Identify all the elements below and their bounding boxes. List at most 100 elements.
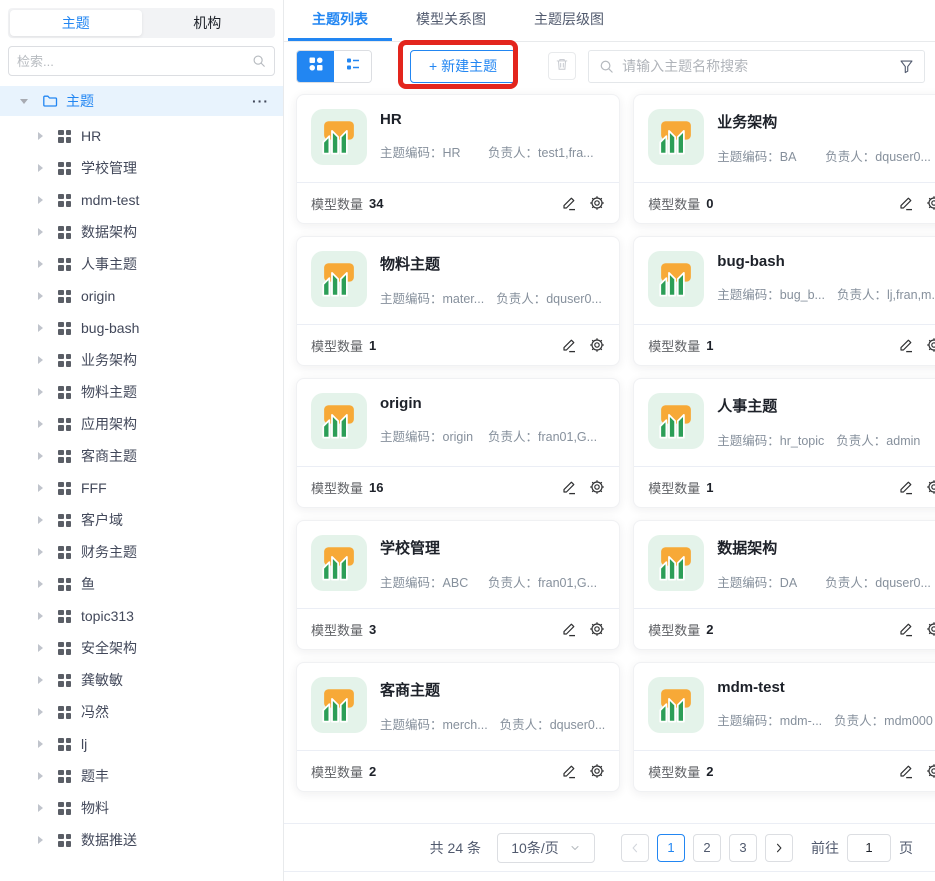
sidebar-tree-item[interactable]: 财务主题: [0, 536, 283, 568]
chevron-right-icon[interactable]: [38, 164, 43, 172]
sidebar-tree-item[interactable]: 学校管理: [0, 152, 283, 184]
sidebar-tree-item[interactable]: lj: [0, 728, 283, 760]
topic-search-input[interactable]: [622, 58, 899, 74]
chevron-right-icon[interactable]: [38, 356, 43, 364]
chevron-right-icon[interactable]: [38, 260, 43, 268]
tree-root-row[interactable]: 主题 ···: [0, 86, 283, 116]
chevron-right-icon[interactable]: [38, 804, 43, 812]
sidebar-tree-item[interactable]: 题丰: [0, 760, 283, 792]
gear-icon[interactable]: [926, 337, 935, 353]
chevron-right-icon[interactable]: [38, 228, 43, 236]
topic-card[interactable]: 数据架构 主题编码：DA 负责人：dquser0... 模型数量 2: [633, 520, 935, 650]
chevron-right-icon[interactable]: [38, 644, 43, 652]
edit-icon[interactable]: [561, 479, 577, 495]
sidebar-tree-item[interactable]: 业务架构: [0, 344, 283, 376]
topic-card[interactable]: mdm-test 主题编码：mdm-... 负责人：mdm000 模型数量 2: [633, 662, 935, 792]
gear-icon[interactable]: [589, 621, 605, 637]
sidebar-tree-item[interactable]: mdm-test: [0, 184, 283, 216]
gear-icon[interactable]: [926, 195, 935, 211]
chevron-right-icon[interactable]: [38, 452, 43, 460]
sidebar-tree-item[interactable]: 冯然: [0, 696, 283, 728]
sidebar-tree-item[interactable]: origin: [0, 280, 283, 312]
chevron-right-icon[interactable]: [38, 676, 43, 684]
gear-icon[interactable]: [926, 621, 935, 637]
page-number-button[interactable]: 2: [693, 834, 721, 862]
sidebar-tab[interactable]: 机构: [142, 10, 274, 36]
chevron-right-icon[interactable]: [38, 388, 43, 396]
edit-icon[interactable]: [561, 763, 577, 779]
sidebar-tab[interactable]: 主题: [10, 10, 142, 36]
topic-card[interactable]: origin 主题编码：origin 负责人：fran01,G... 模型数量 …: [296, 378, 620, 508]
chevron-right-icon[interactable]: [38, 516, 43, 524]
sidebar-tree-item[interactable]: FFF: [0, 472, 283, 504]
list-view-button[interactable]: [334, 51, 371, 82]
page-size-select[interactable]: 10条/页: [497, 833, 595, 863]
topic-card[interactable]: 客商主题 主题编码：merch... 负责人：dquser0... 模型数量 2: [296, 662, 620, 792]
sidebar-tree-item[interactable]: 物料: [0, 792, 283, 824]
page-number-button[interactable]: 3: [729, 834, 757, 862]
edit-icon[interactable]: [898, 621, 914, 637]
sidebar-tree-item[interactable]: bug-bash: [0, 312, 283, 344]
sidebar-tree-item[interactable]: topic313: [0, 600, 283, 632]
chevron-right-icon[interactable]: [38, 580, 43, 588]
edit-icon[interactable]: [898, 763, 914, 779]
chevron-right-icon[interactable]: [38, 772, 43, 780]
topic-card[interactable]: 人事主题 主题编码：hr_topic 负责人：admin 模型数量 1: [633, 378, 935, 508]
gear-icon[interactable]: [589, 479, 605, 495]
next-page-button[interactable]: [765, 834, 793, 862]
edit-icon[interactable]: [898, 479, 914, 495]
gear-icon[interactable]: [589, 337, 605, 353]
topic-card[interactable]: 学校管理 主题编码：ABC 负责人：fran01,G... 模型数量 3: [296, 520, 620, 650]
edit-icon[interactable]: [561, 621, 577, 637]
goto-page-input[interactable]: [847, 834, 891, 862]
card-top: 数据架构 主题编码：DA 负责人：dquser0...: [634, 521, 935, 605]
sidebar-tree-item[interactable]: 人事主题: [0, 248, 283, 280]
card-code: 主题编码：DA: [717, 572, 813, 591]
sidebar-tree-item[interactable]: 应用架构: [0, 408, 283, 440]
main-tab[interactable]: 主题层级图: [510, 0, 628, 41]
sidebar-tree-item[interactable]: 数据架构: [0, 216, 283, 248]
chevron-down-icon[interactable]: [20, 99, 28, 104]
ellipsis-menu-icon[interactable]: ···: [252, 93, 269, 109]
sidebar-tree-item[interactable]: 龚敏敏: [0, 664, 283, 696]
topic-card[interactable]: 物料主题 主题编码：mater... 负责人：dquser0... 模型数量 1: [296, 236, 620, 366]
chevron-right-icon[interactable]: [38, 708, 43, 716]
edit-icon[interactable]: [898, 195, 914, 211]
chevron-right-icon[interactable]: [38, 292, 43, 300]
page-number-button[interactable]: 1: [657, 834, 685, 862]
sidebar-tree-item[interactable]: HR: [0, 120, 283, 152]
filter-icon[interactable]: [899, 59, 914, 74]
chevron-right-icon[interactable]: [38, 132, 43, 140]
chevron-right-icon[interactable]: [38, 740, 43, 748]
chevron-right-icon[interactable]: [38, 612, 43, 620]
chevron-right-icon[interactable]: [38, 836, 43, 844]
main-tab[interactable]: 主题列表: [288, 0, 392, 41]
chevron-right-icon[interactable]: [38, 324, 43, 332]
topic-card[interactable]: HR 主题编码：HR 负责人：test1,fra... 模型数量 34: [296, 94, 620, 224]
edit-icon[interactable]: [898, 337, 914, 353]
sidebar-tree-item[interactable]: 鱼: [0, 568, 283, 600]
gear-icon[interactable]: [926, 763, 935, 779]
sidebar-tree-item[interactable]: 安全架构: [0, 632, 283, 664]
chevron-right-icon[interactable]: [38, 420, 43, 428]
chevron-right-icon[interactable]: [38, 548, 43, 556]
sidebar-tree-item[interactable]: 数据推送: [0, 824, 283, 856]
sidebar-tree-item[interactable]: 客商主题: [0, 440, 283, 472]
edit-icon[interactable]: [561, 195, 577, 211]
chevron-right-icon[interactable]: [38, 484, 43, 492]
sidebar-search-input[interactable]: [17, 54, 252, 69]
topic-card[interactable]: 业务架构 主题编码：BA 负责人：dquser0... 模型数量 0: [633, 94, 935, 224]
edit-icon[interactable]: [561, 337, 577, 353]
chevron-right-icon[interactable]: [38, 196, 43, 204]
sidebar-tree-item[interactable]: 物料主题: [0, 376, 283, 408]
gear-icon[interactable]: [589, 763, 605, 779]
sidebar-tree-item[interactable]: 客户域: [0, 504, 283, 536]
gear-icon[interactable]: [926, 479, 935, 495]
prev-page-button[interactable]: [621, 834, 649, 862]
delete-button[interactable]: [548, 52, 576, 80]
new-topic-button[interactable]: + 新建主题: [410, 50, 516, 83]
main-tab[interactable]: 模型关系图: [392, 0, 510, 41]
topic-card[interactable]: bug-bash 主题编码：bug_b... 负责人：lj,fran,m... …: [633, 236, 935, 366]
card-view-button[interactable]: [297, 51, 334, 82]
gear-icon[interactable]: [589, 195, 605, 211]
